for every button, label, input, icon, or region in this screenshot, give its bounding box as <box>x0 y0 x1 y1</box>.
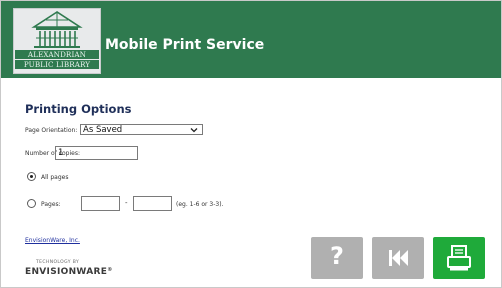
help-button[interactable]: ? <box>311 237 363 279</box>
page-from-input[interactable] <box>81 196 120 211</box>
copies-input[interactable]: 1 <box>55 146 138 160</box>
range-hint: (eg. 1-6 or 3-3). <box>176 201 224 208</box>
registered-mark-icon: ® <box>107 267 113 273</box>
question-icon: ? <box>330 242 344 270</box>
pages-label: Pages: <box>41 201 61 208</box>
all-pages-radio[interactable] <box>27 172 36 181</box>
brand-text: ENVISIONWARE <box>25 267 108 277</box>
library-logo: ALEXANDRIAN PUBLIC LIBRARY <box>13 8 101 74</box>
range-dash: - <box>125 199 128 207</box>
pages-range-radio[interactable] <box>27 199 36 208</box>
library-building-icon <box>31 11 83 48</box>
orientation-select[interactable]: As Saved <box>80 124 203 135</box>
orientation-value: As Saved <box>83 125 123 135</box>
orientation-label: Page Orientation: <box>25 127 78 134</box>
section-title: Printing Options <box>25 102 132 116</box>
technology-by-text: TECHNOLOGY BY <box>36 260 80 265</box>
header-bar: ALEXANDRIAN PUBLIC LIBRARY Mobile Print … <box>1 1 501 78</box>
print-dialog: ALEXANDRIAN PUBLIC LIBRARY Mobile Print … <box>0 0 502 288</box>
back-button[interactable] <box>372 237 424 279</box>
logo-text-line2: PUBLIC LIBRARY <box>15 60 99 69</box>
app-title: Mobile Print Service <box>105 37 265 53</box>
all-pages-label: All pages <box>41 174 69 181</box>
page-to-input[interactable] <box>133 196 172 211</box>
logo-text-line1: ALEXANDRIAN <box>15 50 99 59</box>
chevron-down-icon <box>190 128 198 133</box>
skip-back-icon <box>389 250 408 266</box>
envisionware-link[interactable]: EnvisionWare, Inc. <box>25 237 80 244</box>
printer-icon <box>447 245 471 271</box>
envisionware-brand: ENVISIONWARE® <box>25 267 113 277</box>
print-button[interactable] <box>433 237 485 279</box>
